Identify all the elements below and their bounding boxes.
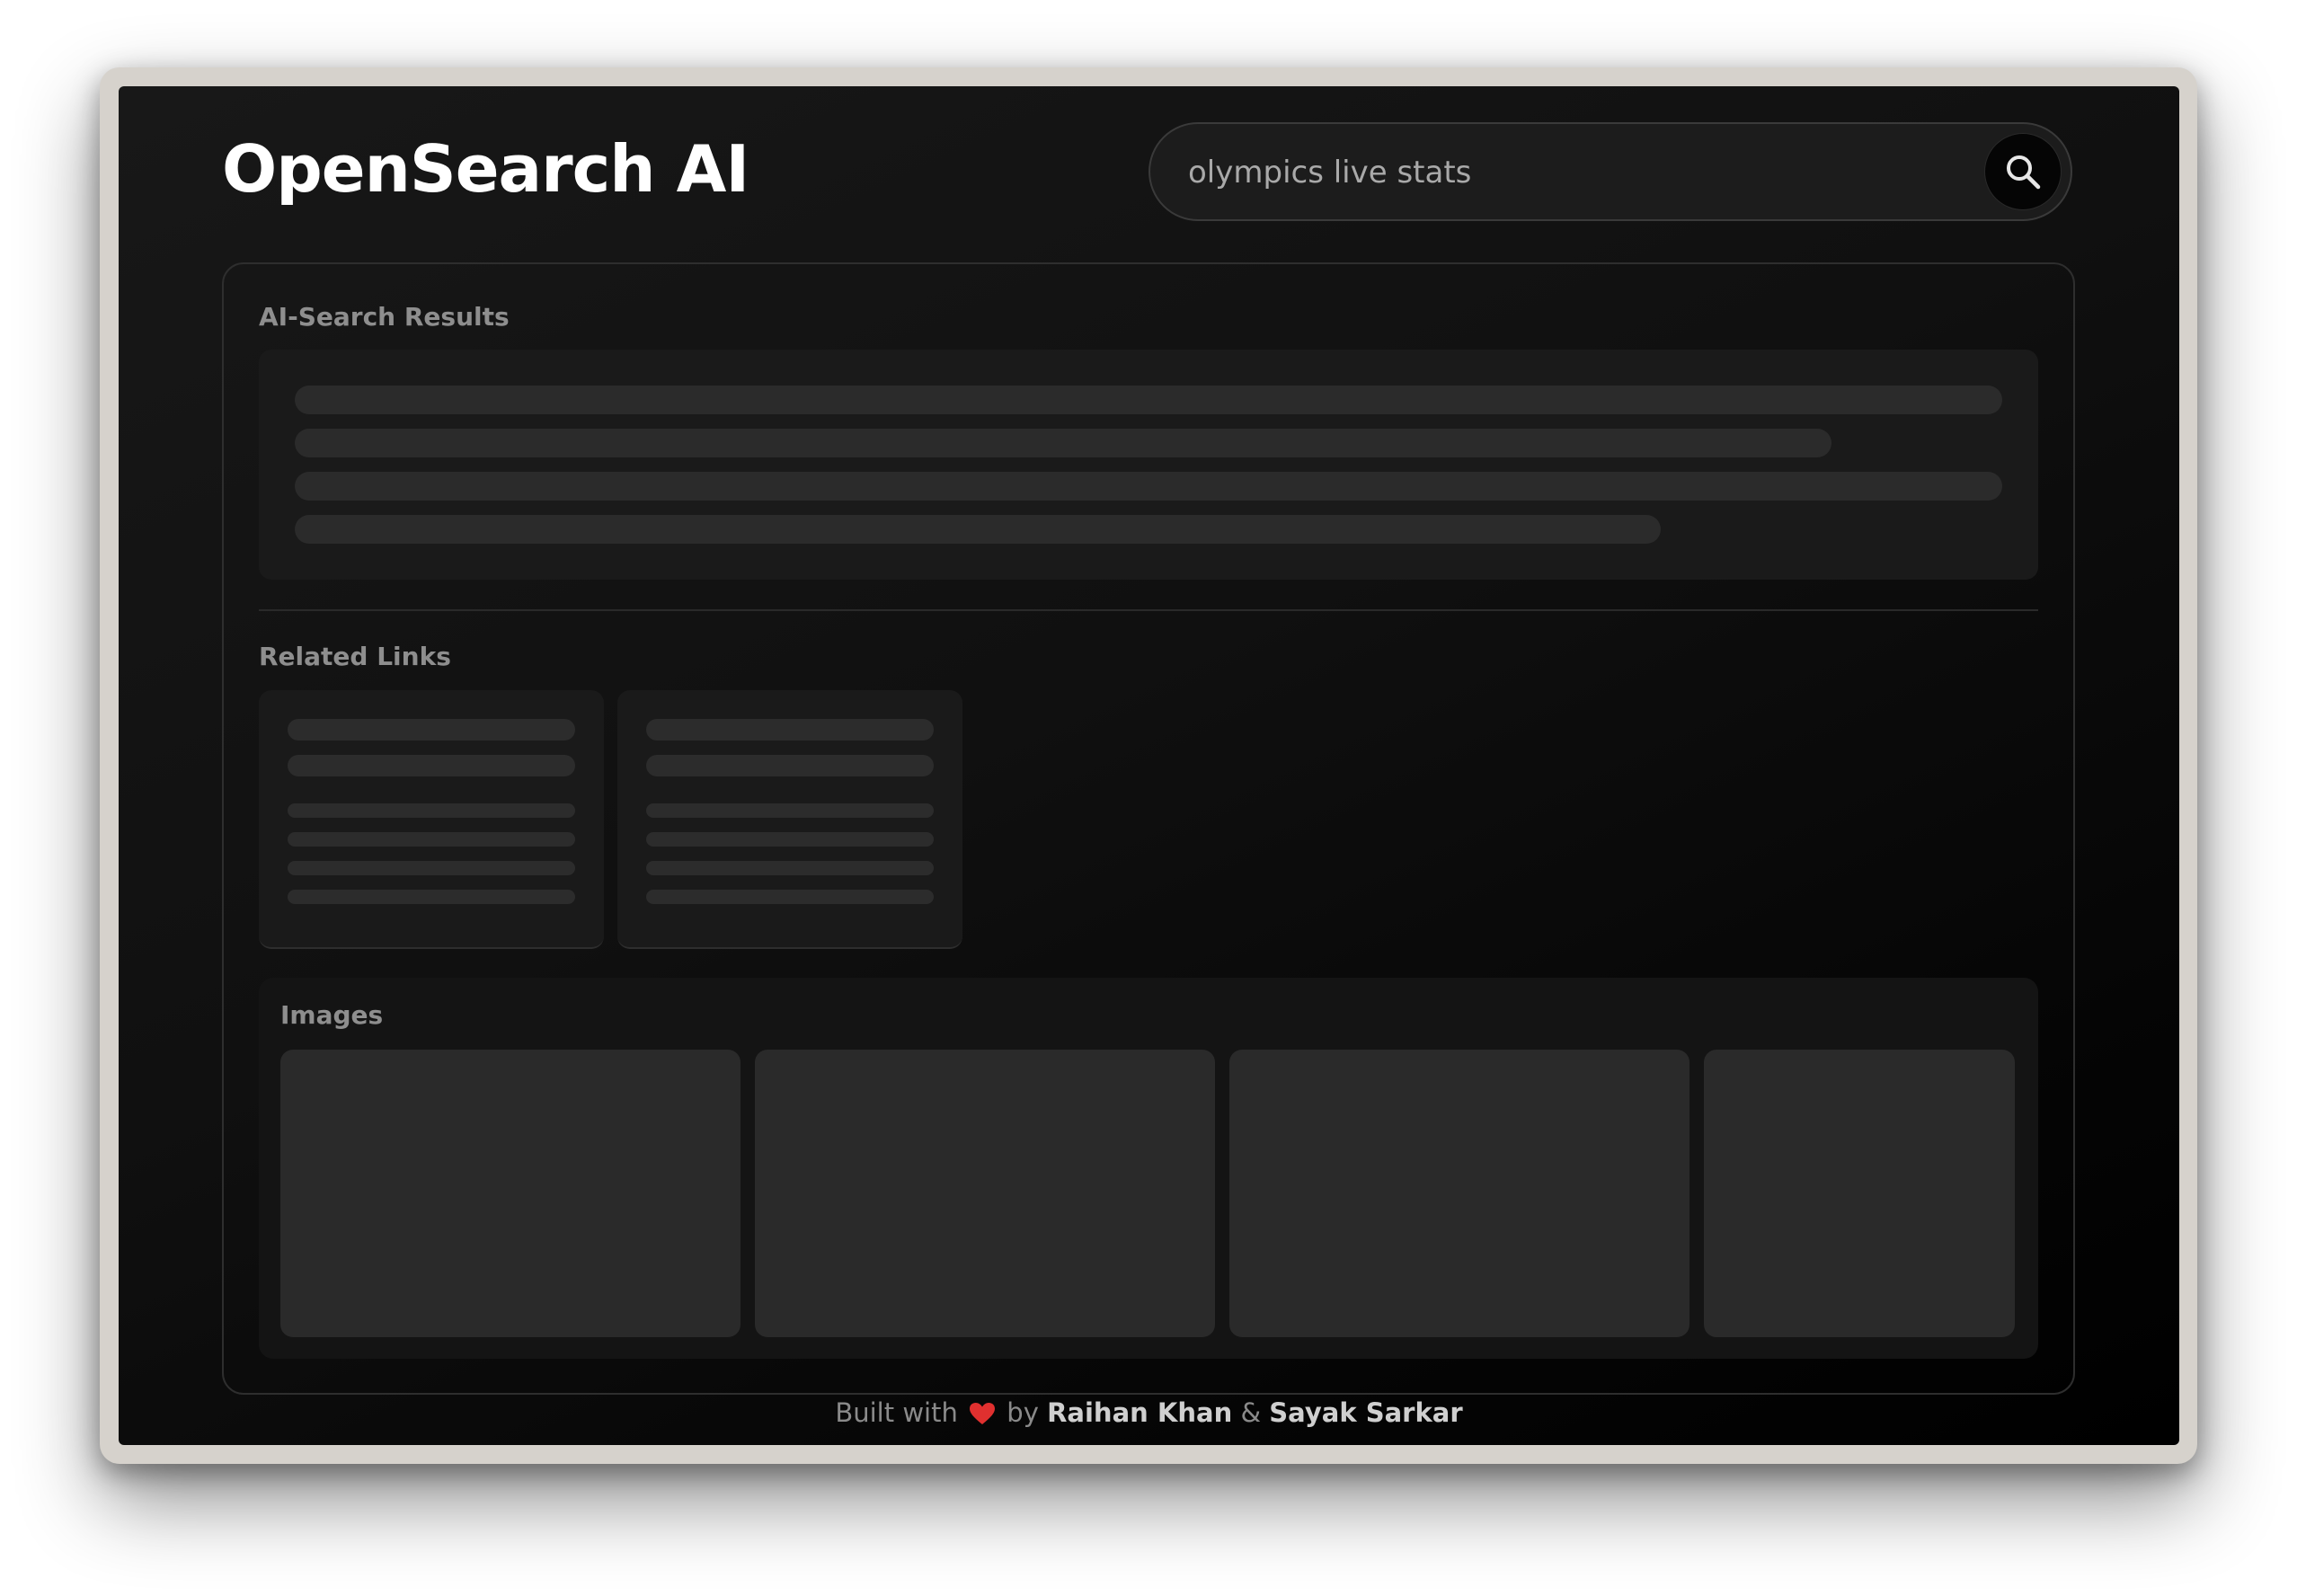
skeleton-line [295,386,2002,414]
images-section: Images [259,978,2038,1359]
skeleton-line [646,719,934,740]
skeleton-line [295,515,1661,544]
ai-results-skeleton [259,350,2038,580]
skeleton-line [646,803,934,818]
related-link-card[interactable] [617,690,962,949]
related-links-title: Related Links [259,642,451,671]
skeleton-line [646,861,934,875]
author-link-sayak[interactable]: Sayak Sarkar [1269,1397,1462,1428]
image-placeholder[interactable] [1704,1050,2015,1337]
app-screen: OpenSearch AI AI-Search Results Related … [119,86,2179,1445]
image-placeholder[interactable] [280,1050,741,1337]
skeleton-line [288,755,575,776]
skeleton-line [288,890,575,904]
image-placeholder[interactable] [755,1050,1215,1337]
skeleton-line [288,861,575,875]
footer-ampersand: & [1240,1397,1262,1428]
related-link-card[interactable] [259,690,604,949]
skeleton-line [646,890,934,904]
skeleton-line [295,472,2002,501]
ai-results-title: AI-Search Results [259,302,510,332]
heart-icon [970,1403,996,1424]
images-title: Images [280,1000,384,1030]
image-placeholder[interactable] [1229,1050,1689,1337]
skeleton-line [288,803,575,818]
search-bar [1148,122,2072,221]
skeleton-line [646,755,934,776]
section-divider [259,609,2038,611]
results-panel: AI-Search Results Related Links Images [222,262,2075,1395]
footer-by: by [1007,1397,1039,1428]
search-button[interactable] [1984,133,2062,210]
author-link-raihan[interactable]: Raihan Khan [1047,1397,1232,1428]
skeleton-line [646,832,934,847]
search-icon [2007,155,2041,190]
skeleton-line [295,429,1831,457]
footer: Built with by Raihan Khan & Sayak Sarkar [119,1395,2179,1431]
footer-prefix: Built with [835,1397,958,1428]
skeleton-line [288,719,575,740]
search-input[interactable] [1186,124,1963,221]
skeleton-line [288,832,575,847]
brand-logo[interactable]: OpenSearch AI [222,137,749,201]
